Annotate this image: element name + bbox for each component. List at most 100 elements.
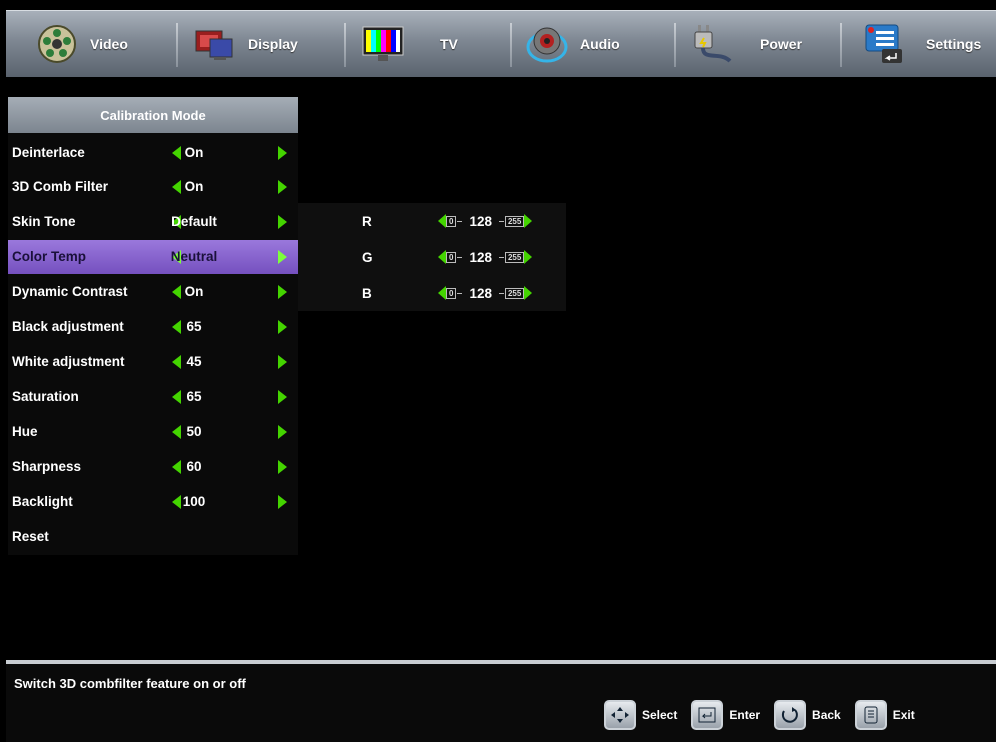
arrow-right-icon[interactable] [278,250,287,264]
arrow-left-icon[interactable] [438,286,446,300]
slider-dash [498,220,504,222]
menu-item-label: Skin Tone [12,214,76,229]
channel-label: B [362,286,372,301]
hint-select-label: Select [642,708,678,722]
tv-test-pattern-icon [360,21,406,67]
power-plug-icon [690,21,736,67]
tab-tv-label: TV [440,36,458,52]
arrow-right-icon[interactable] [524,286,533,300]
tab-divider [674,23,676,67]
dpad-icon [604,700,636,730]
menu-item-label: Dynamic Contrast [12,284,128,299]
arrow-right-icon[interactable] [278,425,287,439]
menu-item-label: Deinterlace [12,145,85,160]
arrow-right-icon[interactable] [278,146,287,160]
menu-item-label: Color Temp [12,249,86,264]
hint-enter-label: Enter [729,708,761,722]
tab-divider [344,23,346,67]
menu-item-label: Black adjustment [12,319,124,334]
channel-value: 128 [469,285,492,301]
display-monitors-icon [192,21,238,67]
menu-item-label: Backlight [12,494,73,509]
settings-menu-icon [862,21,908,67]
help-text: Switch 3D combfilter feature on or off [14,676,246,691]
tab-divider [840,23,842,67]
menu-item-value: 50 [186,424,202,439]
min-value-box: 0 [446,251,457,263]
max-value-box: 255 [504,287,525,299]
tab-video-label: Video [90,36,128,52]
hint-back-label: Back [812,708,841,722]
channel-value: 128 [469,213,492,229]
menu-item-value: 45 [186,354,202,369]
slider-dash [457,256,463,258]
category-bar: Video Display TV Audio Power Settings [6,10,996,77]
tab-power[interactable]: Power [690,11,802,77]
slider-dash [457,220,463,222]
menu-item-value: 100 [182,494,206,509]
exit-menu-icon [854,700,887,730]
channel-row-r[interactable]: R 0 128 255 [298,203,566,239]
arrow-right-icon[interactable] [524,250,533,264]
tab-divider [176,23,178,67]
menu-item-saturation[interactable]: Saturation 65 [8,380,298,414]
menu-item-color-temp[interactable]: Color Temp Neutral [8,240,298,274]
arrow-right-icon[interactable] [278,180,287,194]
menu-item-white-adjustment[interactable]: White adjustment 45 [8,345,298,379]
channel-slider[interactable]: 0 128 255 [438,285,533,301]
menu-item-hue[interactable]: Hue 50 [8,415,298,449]
channel-value: 128 [469,249,492,265]
arrow-right-icon[interactable] [278,495,287,509]
enter-key-icon [691,700,724,730]
menu-item-value: 65 [186,389,202,404]
tab-power-label: Power [760,36,803,52]
menu-item-backlight[interactable]: Backlight 100 [8,485,298,519]
arrow-right-icon[interactable] [524,214,533,228]
slider-dash [498,256,504,258]
hint-exit-label: Exit [892,708,915,722]
channel-label: G [362,250,373,265]
arrow-left-icon[interactable] [438,250,446,264]
tab-settings[interactable]: Settings [862,11,981,77]
tab-display[interactable]: Display [192,11,298,77]
menu-item-label: Reset [12,529,49,544]
min-value-box: 0 [446,287,457,299]
arrow-right-icon[interactable] [278,355,287,369]
menu-item-label: Hue [12,424,38,439]
menu-item-reset[interactable]: Reset [8,520,298,554]
tab-settings-label: Settings [926,36,982,52]
tab-tv[interactable]: TV [360,11,458,77]
arrow-right-icon[interactable] [278,215,287,229]
menu-item-value: On [184,284,204,299]
tab-audio[interactable]: Audio [524,11,620,77]
calibration-menu: Calibration Mode Deinterlace On 3D Comb … [8,97,298,555]
menu-item-skin-tone[interactable]: Skin Tone Default [8,205,298,239]
menu-item-deinterlace[interactable]: Deinterlace On [8,136,298,170]
min-value-box: 0 [446,215,457,227]
color-temp-submenu: R 0 128 255 G 0 128 255 B 0 128 255 [298,203,566,311]
tab-video[interactable]: Video [34,11,128,77]
channel-row-g[interactable]: G 0 128 255 [298,239,566,275]
menu-item-label: White adjustment [12,354,125,369]
arrow-right-icon[interactable] [278,285,287,299]
menu-item-value: Neutral [170,249,218,264]
arrow-right-icon[interactable] [278,390,287,404]
channel-row-b[interactable]: B 0 128 255 [298,275,566,311]
channel-label: R [362,214,372,229]
tab-divider [510,23,512,67]
menu-item-value: 65 [186,319,202,334]
menu-item-dynamic-contrast[interactable]: Dynamic Contrast On [8,275,298,309]
menu-item-value: Default [171,214,217,229]
slider-dash [457,292,463,294]
arrow-right-icon[interactable] [278,460,287,474]
menu-item-3d-comb-filter[interactable]: 3D Comb Filter On [8,170,298,204]
arrow-right-icon[interactable] [278,320,287,334]
channel-slider[interactable]: 0 128 255 [438,249,533,265]
menu-item-value: On [184,145,204,160]
channel-slider[interactable]: 0 128 255 [438,213,533,229]
arrow-left-icon[interactable] [438,214,446,228]
max-value-box: 255 [504,215,525,227]
menu-item-label: 3D Comb Filter [12,179,109,194]
menu-item-sharpness[interactable]: Sharpness 60 [8,450,298,484]
menu-item-black-adjustment[interactable]: Black adjustment 65 [8,310,298,344]
